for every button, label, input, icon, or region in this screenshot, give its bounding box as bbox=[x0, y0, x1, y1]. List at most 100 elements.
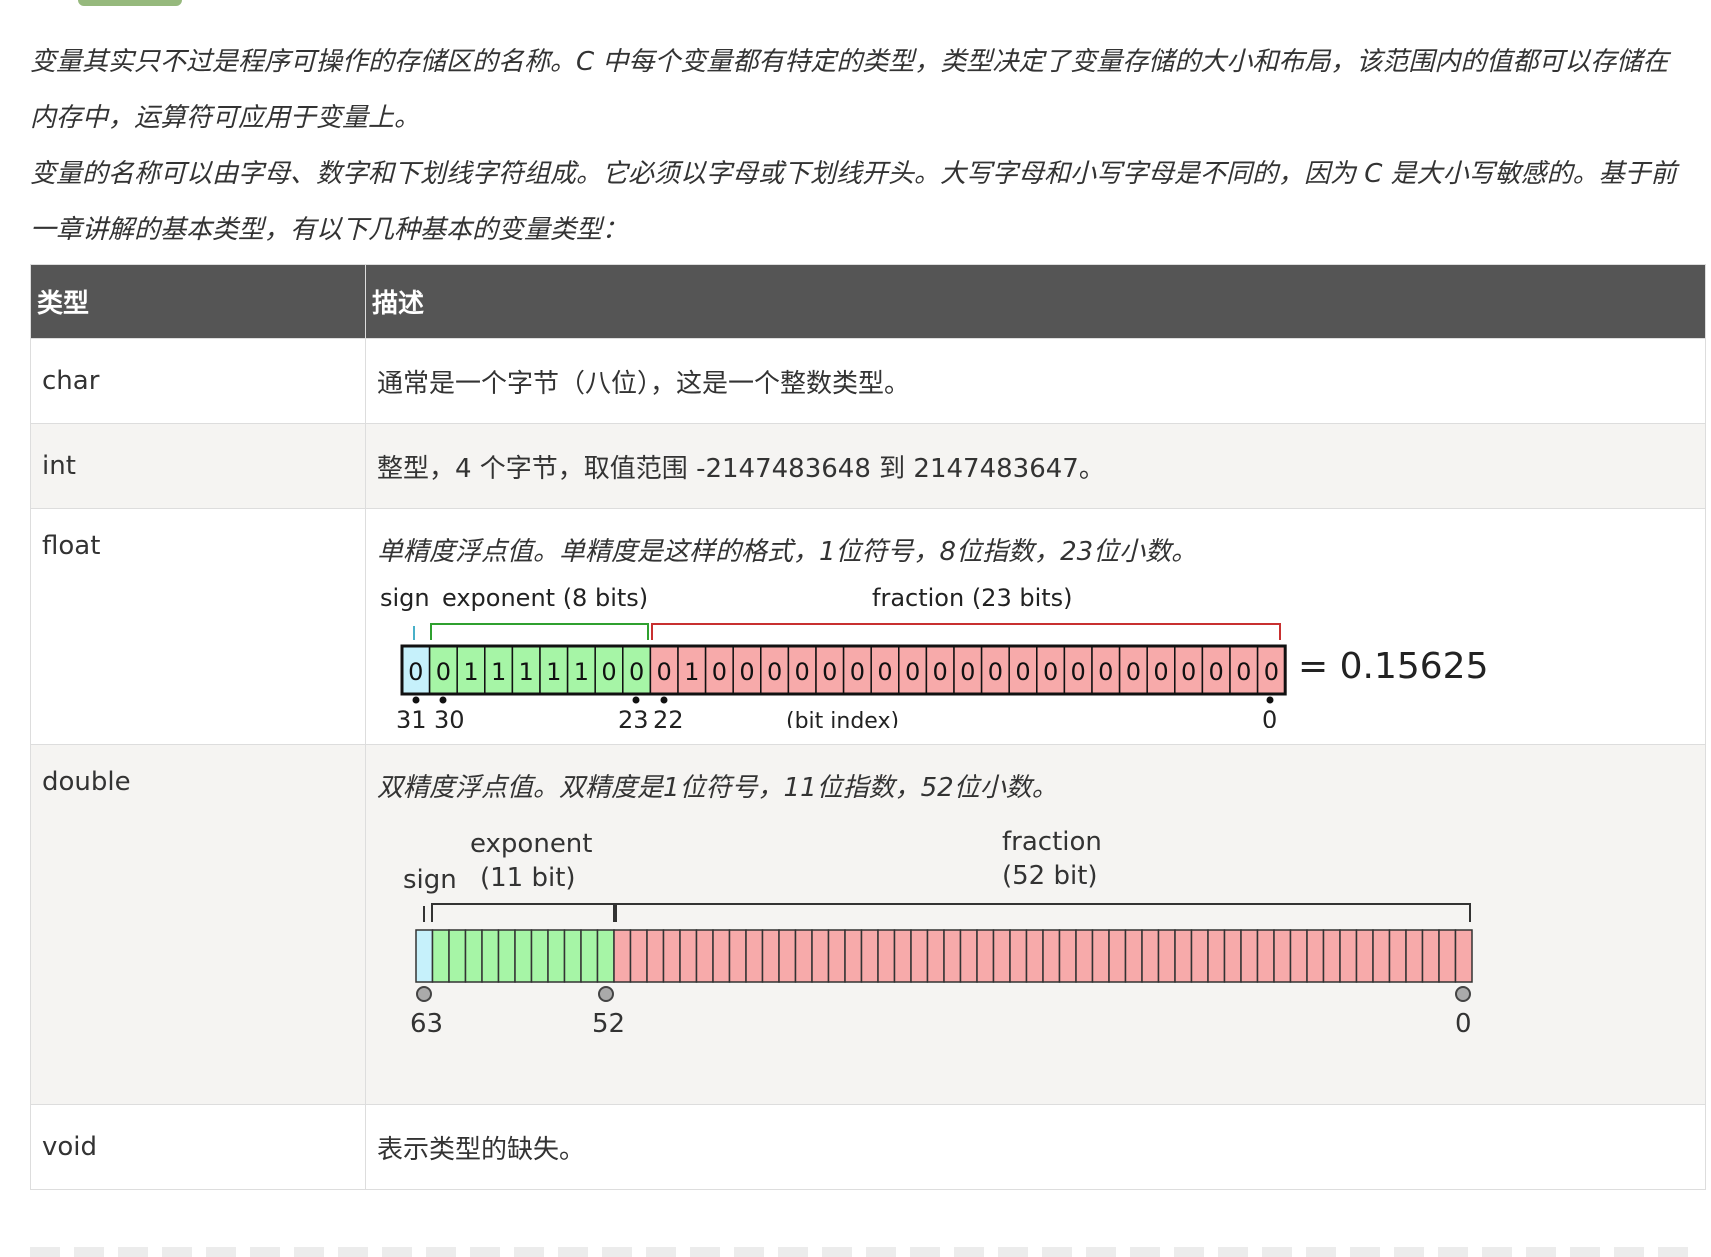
double-bit-cell bbox=[1124, 929, 1143, 983]
float-bit-value: 0 bbox=[629, 658, 644, 686]
float-bit-value: 1 bbox=[491, 658, 506, 686]
float-index-31: 31 bbox=[396, 706, 427, 728]
variable-types-table: 类型 描述 char 通常是一个字节（八位），这是一个整数类型。 int 整型，… bbox=[30, 264, 1706, 1190]
double-bit-cell bbox=[893, 929, 912, 983]
float-fraction-label: fraction (23 bits) bbox=[872, 584, 1073, 612]
table-row: int 整型，4 个字节，取值范围 -2147483648 到 21474836… bbox=[30, 423, 1706, 509]
double-fraction-label-2: (52 bit) bbox=[1002, 861, 1098, 891]
double-bit-cell bbox=[943, 929, 962, 983]
float-bit-value: 0 bbox=[960, 658, 975, 686]
double-bit-cell bbox=[497, 929, 516, 983]
double-bit-cell bbox=[547, 929, 566, 983]
double-bit-cells bbox=[415, 929, 1473, 983]
type-label: double bbox=[42, 767, 131, 797]
type-label: float bbox=[42, 531, 101, 561]
float-bit-cells: 00111110001000000000000000000000 bbox=[400, 644, 1287, 696]
double-bit-cell bbox=[514, 929, 533, 983]
float-exponent-label: exponent (8 bits) bbox=[442, 584, 648, 612]
double-bit-cell bbox=[1108, 929, 1127, 983]
double-bit-cell bbox=[959, 929, 978, 983]
double-bit-cell bbox=[1207, 929, 1226, 983]
double-bit-cell bbox=[1256, 929, 1275, 983]
float-description: 单精度浮点值。单精度是这样的格式，1位符号，8位指数，23位小数。 bbox=[377, 537, 1198, 567]
float-index-label: (bit index) bbox=[786, 709, 899, 728]
double-bit-cell bbox=[580, 929, 599, 983]
float-result: = 0.15625 bbox=[1298, 646, 1488, 687]
section-heading-fragment bbox=[78, 0, 182, 6]
float-fraction-bracket bbox=[651, 623, 1281, 640]
double-bit-cell bbox=[563, 929, 582, 983]
double-sign-label: sign bbox=[403, 865, 457, 895]
double-bit-cell bbox=[844, 929, 863, 983]
table-row: double 双精度浮点值。双精度是1位符号，11位指数，52位小数。 expo… bbox=[30, 744, 1706, 1105]
double-bit-cell bbox=[613, 929, 632, 983]
float-index-23: 23 bbox=[618, 706, 649, 728]
float-bit-value: 1 bbox=[463, 658, 478, 686]
double-fraction-label-1: fraction bbox=[1002, 827, 1102, 857]
double-bit-cell bbox=[695, 929, 714, 983]
double-bit-cell bbox=[530, 929, 549, 983]
float-bit-value: 0 bbox=[795, 658, 810, 686]
double-bit-cell bbox=[679, 929, 698, 983]
double-bit-cell bbox=[481, 929, 500, 983]
description-cell: 单精度浮点值。单精度是这样的格式，1位符号，8位指数，23位小数。 sign e… bbox=[365, 508, 1706, 745]
double-bit-cell bbox=[712, 929, 731, 983]
double-description: 双精度浮点值。双精度是1位符号，11位指数，52位小数。 bbox=[377, 773, 1058, 803]
double-bit-cell bbox=[827, 929, 846, 983]
float-bit-value: 0 bbox=[1015, 658, 1030, 686]
double-bit-cell bbox=[1223, 929, 1242, 983]
double-exponent-bracket bbox=[431, 903, 615, 922]
double-bit-cell bbox=[1190, 929, 1209, 983]
double-index-markers bbox=[416, 986, 1471, 1002]
float-index-30: 30 bbox=[434, 706, 465, 728]
type-cell: void bbox=[30, 1104, 366, 1190]
double-bit-cell bbox=[1289, 929, 1308, 983]
double-bit-cell bbox=[877, 929, 896, 983]
description-cell: 表示类型的缺失。 bbox=[365, 1104, 1706, 1190]
float-bit-value: 0 bbox=[1126, 658, 1141, 686]
double-bit-cell bbox=[860, 929, 879, 983]
double-bit-cell bbox=[1421, 929, 1440, 983]
double-bit-cell bbox=[1091, 929, 1110, 983]
double-bit-cell bbox=[1438, 929, 1457, 983]
double-bit-cell bbox=[415, 929, 434, 983]
double-bit-cell bbox=[926, 929, 945, 983]
float-bit-value: 0 bbox=[1264, 658, 1279, 686]
double-bit-cell bbox=[811, 929, 830, 983]
double-bit-cell bbox=[778, 929, 797, 983]
float-bit-value: 0 bbox=[1043, 658, 1058, 686]
double-bit-cell bbox=[1042, 929, 1061, 983]
float-bit-value: 0 bbox=[905, 658, 920, 686]
double-fraction-bracket bbox=[615, 903, 1471, 922]
float-bit-value: 1 bbox=[546, 658, 561, 686]
double-bit-cell bbox=[1009, 929, 1028, 983]
table-header-row: 类型 描述 bbox=[30, 264, 1706, 339]
float-bit-value: 0 bbox=[1153, 658, 1168, 686]
double-bit-cell bbox=[794, 929, 813, 983]
double-bit-diagram: exponent (11 bit) sign fraction (52 bit) bbox=[403, 827, 1473, 1039]
type-cell: float bbox=[30, 508, 366, 745]
double-exponent-label-2: (11 bit) bbox=[480, 863, 576, 893]
float-sign-label: sign bbox=[380, 584, 430, 612]
double-bit-cell bbox=[1025, 929, 1044, 983]
double-bit-cell bbox=[1372, 929, 1391, 983]
double-bit-cell bbox=[464, 929, 483, 983]
description-cell: 通常是一个字节（八位），这是一个整数类型。 bbox=[365, 338, 1706, 424]
double-bit-cell bbox=[761, 929, 780, 983]
float-bit-value: 1 bbox=[684, 658, 699, 686]
float-bit-value: 0 bbox=[408, 658, 423, 686]
float-exponent-bracket bbox=[430, 623, 649, 640]
float-bit-value: 0 bbox=[850, 658, 865, 686]
double-bit-cell bbox=[1454, 929, 1473, 983]
type-cell: char bbox=[30, 338, 366, 424]
next-paragraph-fragment bbox=[30, 1247, 1690, 1257]
double-bit-cell bbox=[1355, 929, 1374, 983]
float-bit-value: 0 bbox=[739, 658, 754, 686]
double-bit-cell bbox=[1339, 929, 1358, 983]
float-bit-value: 0 bbox=[988, 658, 1003, 686]
double-bit-cell bbox=[910, 929, 929, 983]
double-bit-cell bbox=[1157, 929, 1176, 983]
type-cell: double bbox=[30, 744, 366, 1105]
float-bit-value: 0 bbox=[1181, 658, 1196, 686]
description-cell: 整型，4 个字节，取值范围 -2147483648 到 2147483647。 bbox=[365, 423, 1706, 509]
